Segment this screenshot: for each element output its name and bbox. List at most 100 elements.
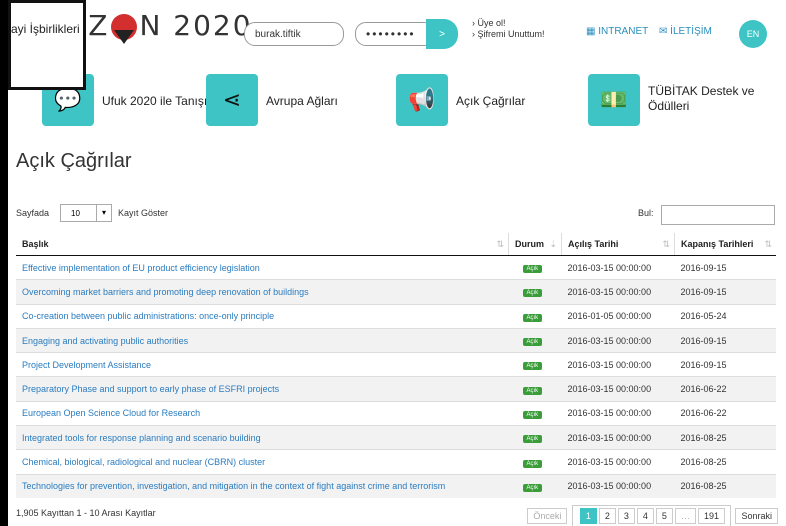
nav-label: Açık Çağrılar	[456, 94, 526, 108]
status-badge: Açık	[522, 338, 543, 347]
call-title-link[interactable]: Overcoming market barriers and promoting…	[22, 287, 309, 297]
calls-table: Başlık ⇅ Durum ⇣ Açılış Tarihi ⇅ Kapanış Ta…	[16, 233, 776, 498]
table-row: European Open Science Cloud for Research…	[16, 400, 776, 426]
popup-text: ayi İşbirlikleri	[11, 22, 80, 36]
cell-title: Integrated tools for response planning a…	[16, 425, 509, 450]
table-row: Preparatory Phase and support to early p…	[16, 376, 776, 402]
call-title-link[interactable]: Project Development Assistance	[22, 360, 151, 370]
tooltip-popup: ayi İşbirlikleri	[8, 0, 86, 90]
cell-status: Açık	[508, 254, 562, 280]
nav-card-tubitak[interactable]: 💵 TÜBİTAK Destek ve Ödülleri	[588, 74, 768, 126]
cell-close-date: 2016-05-24	[674, 303, 776, 329]
nav-label: Avrupa Ağları	[266, 94, 338, 108]
username-input[interactable]	[244, 22, 344, 46]
page-button[interactable]: 2	[598, 508, 616, 524]
cell-title: Co-creation between public administratio…	[16, 303, 509, 329]
page-title: Açık Çağrılar	[16, 150, 132, 172]
cell-title: Technologies for prevention, investigati…	[16, 473, 509, 498]
page-length-select[interactable]: 10 ▾	[60, 204, 112, 222]
status-badge: Açık	[522, 435, 543, 444]
page-button[interactable]: 5	[655, 508, 673, 524]
logo-text-right: N 2020	[139, 9, 253, 42]
length-suffix: Kayıt Göster	[118, 208, 169, 218]
sort-icon: ⇣	[549, 239, 557, 249]
cell-open-date: 2016-03-15 00:00:00	[561, 473, 675, 498]
chevron-down-icon: ▾	[96, 205, 111, 221]
megaphone-icon: 📢	[396, 74, 448, 126]
page-button[interactable]: 4	[636, 508, 654, 524]
call-title-link[interactable]: Chemical, biological, radiological and n…	[22, 457, 265, 467]
cell-status: Açık	[508, 425, 562, 450]
cell-close-date: 2016-09-15	[674, 352, 776, 377]
table-row: Engaging and activating public authoriti…	[16, 327, 776, 353]
cell-open-date: 2016-01-05 00:00:00	[561, 303, 675, 329]
status-badge: Açık	[522, 386, 543, 395]
login-button[interactable]: >	[426, 19, 458, 49]
search-input[interactable]	[661, 205, 775, 225]
column-header-close-date[interactable]: Kapanış Tarihleri ⇅	[674, 233, 776, 256]
sort-icon: ⇅	[662, 239, 670, 249]
table-row: Overcoming market barriers and promoting…	[16, 279, 776, 305]
cell-open-date: 2016-03-15 00:00:00	[561, 425, 675, 450]
pagination: Önceki 1 2 3 4 5… 191 Sonraki	[525, 505, 778, 526]
call-title-link[interactable]: Preparatory Phase and support to early p…	[22, 384, 279, 394]
table-row: Co-creation between public administratio…	[16, 303, 776, 329]
cell-open-date: 2016-03-15 00:00:00	[561, 254, 675, 280]
table-row: Technologies for prevention, investigati…	[16, 473, 776, 498]
logo[interactable]: IZ N 2020	[78, 9, 253, 44]
next-page-button[interactable]: Sonraki	[735, 508, 778, 524]
page-button[interactable]: 1	[579, 508, 597, 524]
call-title-link[interactable]: European Open Science Cloud for Research	[22, 408, 200, 418]
cell-open-date: 2016-03-15 00:00:00	[561, 327, 675, 353]
status-badge: Açık	[522, 483, 543, 492]
sort-icon: ⇅	[764, 239, 772, 249]
prev-page-button[interactable]: Önceki	[527, 508, 568, 524]
login-links: › Üye ol! › Şifremi Unuttum!	[472, 18, 545, 40]
cell-open-date: 2016-03-15 00:00:00	[561, 376, 675, 402]
call-title-link[interactable]: Engaging and activating public authoriti…	[22, 336, 188, 346]
cell-title: Overcoming market barriers and promoting…	[16, 279, 509, 305]
cell-status: Açık	[508, 352, 562, 377]
nav-label: Ufuk 2020 ile Tanışın!	[102, 94, 218, 108]
cell-status: Açık	[508, 473, 562, 498]
share-icon: ⋖	[206, 74, 258, 126]
cell-status: Açık	[508, 303, 562, 329]
cell-status: Açık	[508, 376, 562, 402]
cell-status: Açık	[508, 449, 562, 475]
contact-link[interactable]: ✉ İLETİŞİM	[659, 26, 712, 37]
call-title-link[interactable]: Co-creation between public administratio…	[22, 311, 274, 321]
cell-title: European Open Science Cloud for Research	[16, 400, 509, 426]
table-info: 1,905 Kayıttan 1 - 10 Arası Kayıtlar	[16, 508, 156, 518]
cell-title: Project Development Assistance	[16, 352, 509, 377]
password-input[interactable]	[355, 22, 435, 46]
cell-close-date: 2016-09-15	[674, 254, 776, 280]
intranet-link[interactable]: ▦ INTRANET	[586, 26, 648, 37]
call-title-link[interactable]: Effective implementation of EU product e…	[22, 263, 260, 273]
length-prefix: Sayfada	[16, 208, 50, 218]
cell-open-date: 2016-03-15 00:00:00	[561, 352, 675, 377]
cell-close-date: 2016-06-22	[674, 376, 776, 402]
register-link[interactable]: › Üye ol!	[472, 18, 545, 29]
page-button: …	[674, 508, 696, 524]
status-badge: Açık	[522, 313, 543, 322]
call-title-link[interactable]: Technologies for prevention, investigati…	[22, 481, 445, 491]
status-badge: Açık	[522, 410, 543, 419]
column-header-open-date[interactable]: Açılış Tarihi ⇅	[561, 233, 675, 256]
cell-close-date: 2016-08-25	[674, 449, 776, 475]
table-row: Integrated tools for response planning a…	[16, 425, 776, 450]
page: IZN 2020 > › Üye ol! › Şifremi Unuttum! …	[8, 0, 786, 526]
language-button[interactable]: EN	[739, 20, 767, 48]
page-button[interactable]: 3	[617, 508, 635, 524]
search-label: Bul:	[638, 208, 654, 218]
cell-open-date: 2016-03-15 00:00:00	[561, 400, 675, 426]
nav-card-networks[interactable]: ⋖ Avrupa Ağları	[206, 74, 366, 126]
status-badge: Açık	[522, 362, 543, 371]
status-badge: Açık	[522, 265, 543, 274]
page-button[interactable]: 191	[697, 508, 725, 524]
cell-open-date: 2016-03-15 00:00:00	[561, 279, 675, 305]
call-title-link[interactable]: Integrated tools for response planning a…	[22, 433, 261, 443]
column-header-status[interactable]: Durum ⇣	[508, 233, 562, 256]
forgot-password-link[interactable]: › Şifremi Unuttum!	[472, 29, 545, 40]
column-header-title[interactable]: Başlık ⇅	[16, 233, 509, 256]
nav-card-open-calls[interactable]: 📢 Açık Çağrılar	[396, 74, 556, 126]
